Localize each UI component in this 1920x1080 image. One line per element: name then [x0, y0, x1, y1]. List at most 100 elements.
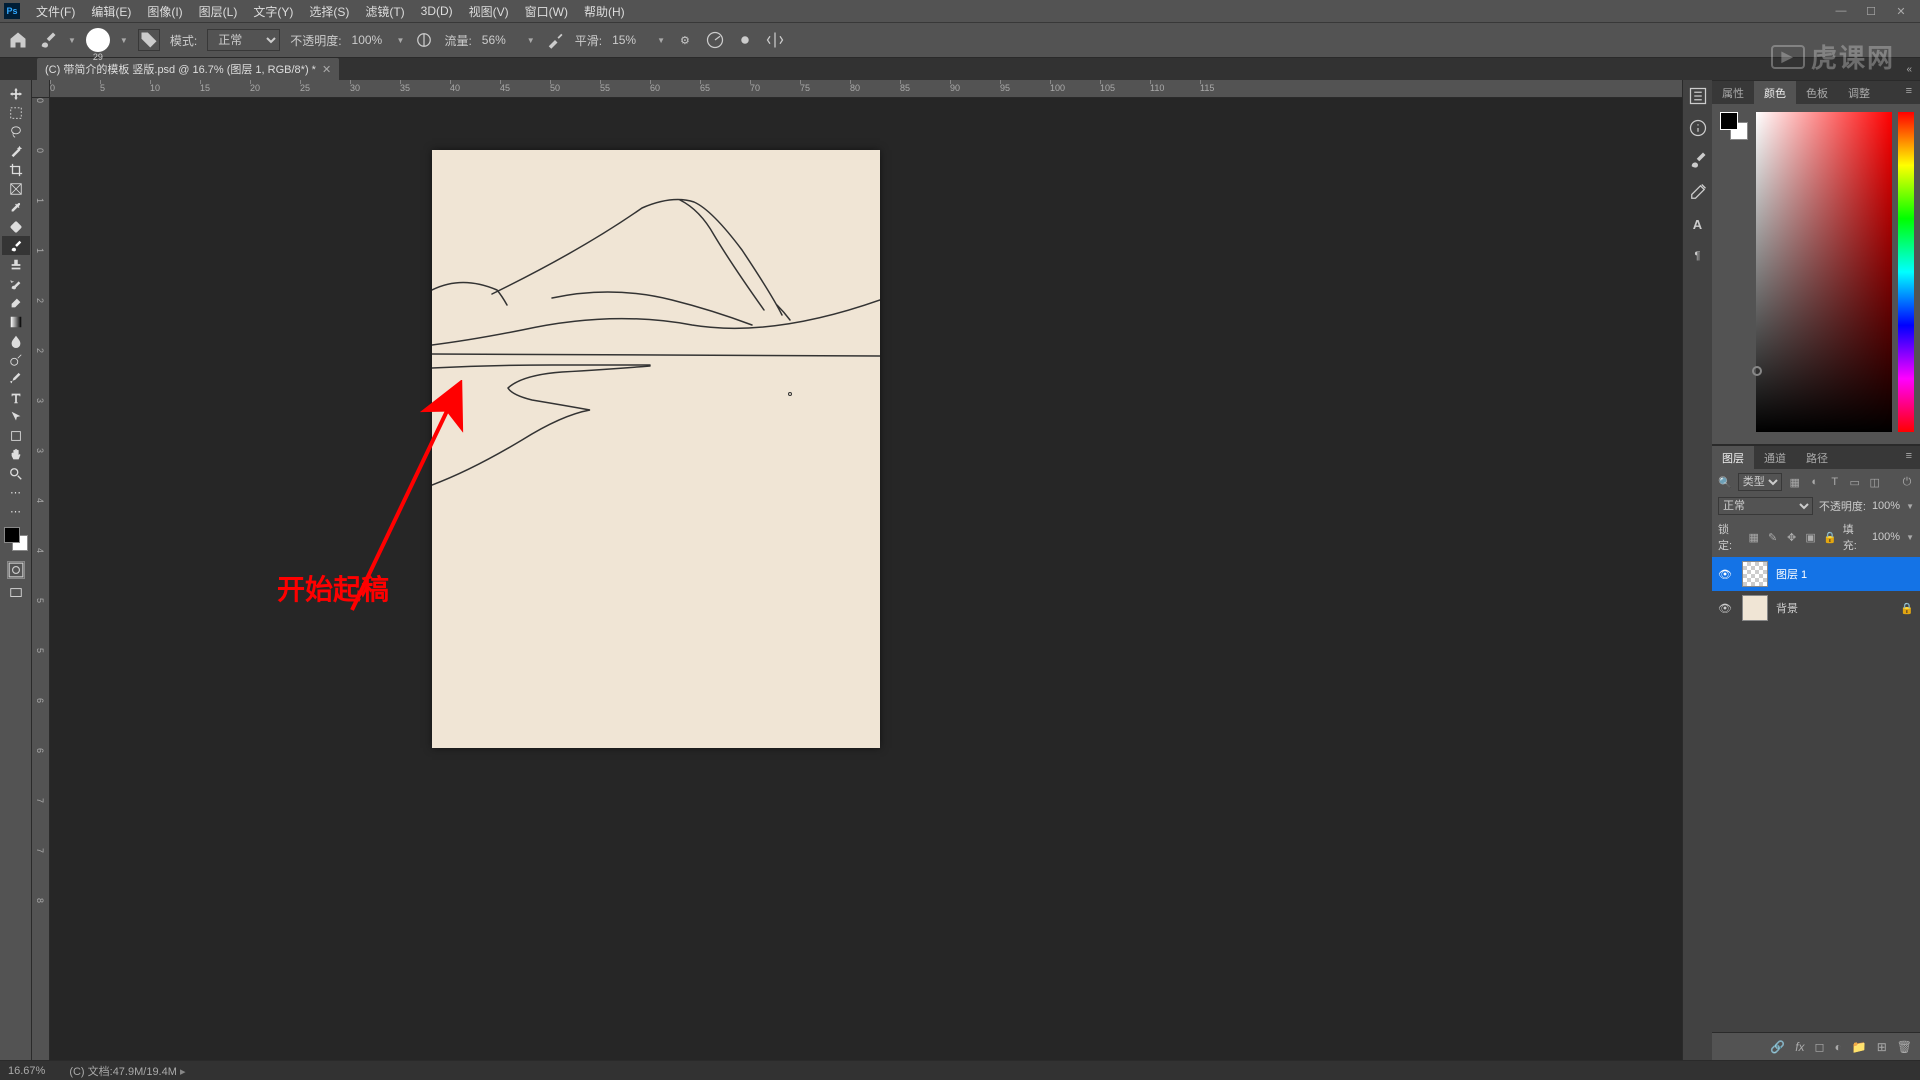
wand-tool[interactable]: [2, 141, 30, 160]
type-tool[interactable]: [2, 388, 30, 407]
panel-menu-icon[interactable]: ≡: [1898, 81, 1920, 104]
tab-properties[interactable]: 属性: [1712, 81, 1754, 104]
menu-type[interactable]: 文字(Y): [245, 3, 301, 20]
layer-name[interactable]: 图层 1: [1776, 566, 1914, 582]
filter-adjust-icon[interactable]: ◐: [1808, 475, 1822, 489]
eraser-tool[interactable]: [2, 293, 30, 312]
edit-toolbar[interactable]: ⋯: [2, 502, 30, 521]
layer-name[interactable]: 背景: [1776, 600, 1892, 616]
document-canvas[interactable]: [432, 150, 880, 748]
adjustment-layer-icon[interactable]: ◐: [1835, 1040, 1842, 1054]
color-swatches[interactable]: [4, 527, 28, 551]
layer-opacity-value[interactable]: 100%: [1872, 500, 1900, 512]
collapse-panels-icon[interactable]: «: [1906, 64, 1912, 75]
tab-color[interactable]: 颜色: [1754, 81, 1796, 104]
frame-tool[interactable]: [2, 179, 30, 198]
link-layers-icon[interactable]: 🔗: [1770, 1040, 1785, 1054]
eyedropper-tool[interactable]: [2, 198, 30, 217]
new-layer-icon[interactable]: ⊞: [1877, 1040, 1887, 1054]
menu-view[interactable]: 视图(V): [461, 3, 517, 20]
character-panel-icon[interactable]: A: [1688, 214, 1708, 234]
menu-layer[interactable]: 图层(L): [191, 3, 246, 20]
menu-window[interactable]: 窗口(W): [517, 3, 576, 20]
panel-menu-icon[interactable]: ≡: [1898, 446, 1920, 469]
menu-help[interactable]: 帮助(H): [576, 3, 633, 20]
flow-value[interactable]: 56%: [482, 33, 517, 47]
color-field[interactable]: [1756, 112, 1892, 432]
layer-style-icon[interactable]: fx: [1795, 1040, 1804, 1054]
chevron-down-icon[interactable]: ▼: [397, 36, 405, 45]
gear-icon[interactable]: ⚙: [675, 30, 695, 50]
screen-mode[interactable]: [2, 583, 30, 602]
chevron-down-icon[interactable]: ▼: [120, 36, 128, 45]
ruler-vertical[interactable]: 00112233445566778: [32, 98, 50, 1060]
layer-item[interactable]: 👁 背景 🔒: [1712, 591, 1920, 625]
ruler-horizontal[interactable]: 0510152025303540455055606570758085909510…: [50, 80, 1682, 98]
brush-preset-picker[interactable]: 29: [86, 28, 110, 52]
visibility-toggle-icon[interactable]: 👁: [1718, 568, 1734, 581]
layer-filter-select[interactable]: 类型: [1738, 473, 1782, 491]
airbrush-icon[interactable]: [545, 30, 565, 50]
info-panel-icon[interactable]: [1688, 118, 1708, 138]
gradient-tool[interactable]: [2, 312, 30, 331]
lock-artboard-icon[interactable]: ▣: [1804, 530, 1817, 544]
lasso-tool[interactable]: [2, 122, 30, 141]
pressure-opacity-icon[interactable]: [414, 30, 434, 50]
paragraph-panel-icon[interactable]: ¶: [1688, 246, 1708, 266]
close-button[interactable]: ✕: [1886, 2, 1916, 20]
history-panel-icon[interactable]: [1688, 86, 1708, 106]
crop-tool[interactable]: [2, 160, 30, 179]
menu-select[interactable]: 选择(S): [301, 3, 357, 20]
layer-item[interactable]: 👁 图层 1: [1712, 557, 1920, 591]
menu-edit[interactable]: 编辑(E): [83, 3, 139, 20]
chevron-down-icon[interactable]: ▼: [1906, 502, 1914, 511]
chevron-down-icon[interactable]: ▼: [527, 36, 535, 45]
layer-blend-mode-select[interactable]: 正常: [1718, 497, 1813, 515]
foreground-color-swatch[interactable]: [4, 527, 20, 543]
chevron-down-icon[interactable]: ▼: [1906, 533, 1914, 542]
lock-transparency-icon[interactable]: ▦: [1747, 530, 1760, 544]
layer-mask-icon[interactable]: ◻: [1815, 1040, 1825, 1054]
brush-settings-panel-icon[interactable]: [1688, 182, 1708, 202]
fg-color-chip[interactable]: [1720, 112, 1738, 130]
blur-tool[interactable]: [2, 331, 30, 350]
menu-image[interactable]: 图像(I): [139, 3, 190, 20]
brush-tool[interactable]: [2, 236, 30, 255]
marquee-tool[interactable]: [2, 103, 30, 122]
menu-3d[interactable]: 3D(D): [413, 4, 461, 18]
filter-smart-icon[interactable]: ◫: [1868, 475, 1882, 489]
filter-pixel-icon[interactable]: ▦: [1788, 475, 1802, 489]
close-tab-icon[interactable]: ✕: [322, 63, 331, 76]
visibility-toggle-icon[interactable]: 👁: [1718, 602, 1734, 615]
history-brush-tool[interactable]: [2, 274, 30, 293]
group-icon[interactable]: 📁: [1852, 1040, 1867, 1054]
smooth-value[interactable]: 15%: [612, 33, 647, 47]
lock-icon[interactable]: 🔒: [1900, 602, 1914, 615]
tab-paths[interactable]: 路径: [1796, 446, 1838, 469]
move-tool[interactable]: [2, 84, 30, 103]
tab-adjustments[interactable]: 调整: [1838, 81, 1880, 104]
hue-slider[interactable]: [1898, 112, 1914, 432]
menu-filter[interactable]: 滤镜(T): [357, 3, 412, 20]
brush-toggle-icon[interactable]: [138, 29, 160, 51]
tab-channels[interactable]: 通道: [1754, 446, 1796, 469]
color-panel-swatches[interactable]: [1720, 112, 1748, 140]
pressure-size-icon[interactable]: [735, 30, 755, 50]
pen-tool[interactable]: [2, 369, 30, 388]
zoom-tool[interactable]: [2, 464, 30, 483]
filter-toggle-icon[interactable]: ⏻: [1900, 475, 1914, 489]
heal-tool[interactable]: [2, 217, 30, 236]
symmetry-icon[interactable]: [765, 30, 785, 50]
hand-tool[interactable]: [2, 445, 30, 464]
lock-all-icon[interactable]: 🔒: [1823, 530, 1837, 544]
shape-tool[interactable]: [2, 426, 30, 445]
zoom-level[interactable]: 16.67%: [8, 1065, 45, 1077]
stamp-tool[interactable]: [2, 255, 30, 274]
menu-file[interactable]: 文件(F): [28, 3, 83, 20]
filter-shape-icon[interactable]: ▭: [1848, 475, 1862, 489]
more-tools[interactable]: ⋯: [2, 483, 30, 502]
ruler-origin[interactable]: [32, 80, 50, 98]
blend-mode-select[interactable]: 正常: [207, 29, 280, 51]
minimize-button[interactable]: —: [1826, 2, 1856, 20]
layer-thumbnail[interactable]: [1742, 595, 1768, 621]
